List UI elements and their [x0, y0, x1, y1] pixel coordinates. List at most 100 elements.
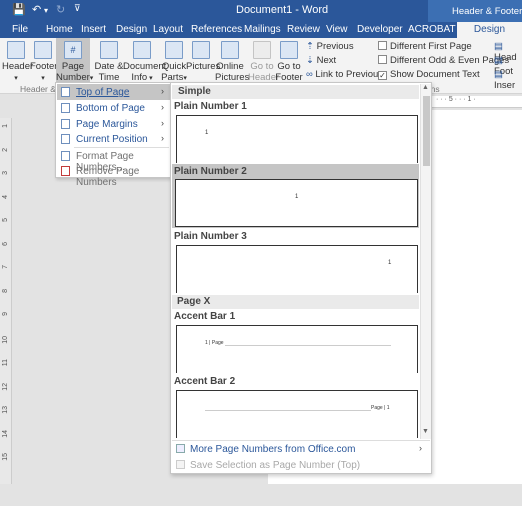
submenu-arrow-icon: ›: [161, 102, 164, 112]
go-to-header-button[interactable]: Go to Header: [248, 38, 279, 83]
office-com-icon: [176, 444, 185, 453]
customize-qat-icon[interactable]: ⊽: [74, 3, 81, 14]
tab-hf-design[interactable]: Design: [457, 22, 522, 38]
go-to-footer-label-1: Go to: [277, 61, 301, 72]
menu-item-bottom-of-page[interactable]: Bottom of Page ›: [57, 100, 170, 116]
gallery-item-plain-number-1[interactable]: Plain Number 1 1: [172, 99, 419, 163]
previous-icon: ⇡: [306, 41, 314, 52]
document-info-button[interactable]: Document Info ▾: [123, 38, 166, 83]
ruler-number: 12: [2, 382, 9, 391]
scroll-up-icon[interactable]: ▲: [422, 84, 429, 91]
ruler-number: 10: [2, 335, 9, 344]
date-time-button[interactable]: Date & Time: [94, 38, 124, 83]
page-number-sample: Page | 1: [371, 405, 390, 411]
alignment-tab-icon: ▤: [494, 69, 503, 80]
menu-item-label: Bottom of Page: [76, 103, 145, 114]
gallery-thumbnail: 1: [176, 245, 418, 293]
link-to-previous-button[interactable]: ∞ Link to Previous: [306, 69, 383, 80]
vertical-ruler: 1 2 3 4 5 6 7 8 9 10 11 12 13 14 15: [0, 118, 12, 484]
gallery-item-plain-number-2[interactable]: Plain Number 2 1: [172, 164, 419, 228]
different-first-page-label: Different First Page: [390, 41, 472, 52]
page-top-icon: [61, 87, 70, 97]
more-page-numbers-button[interactable]: More Page Numbers from Office.com ›: [172, 441, 430, 457]
save-selection-button[interactable]: Save Selection as Page Number (Top): [172, 457, 430, 473]
scrollbar-thumb[interactable]: [423, 96, 430, 166]
footer-icon: [34, 41, 52, 59]
online-pictures-icon: [221, 41, 239, 59]
gallery-item-accent-bar-2[interactable]: Accent Bar 2 Page | 1: [172, 374, 419, 438]
tab-developer[interactable]: Developer: [357, 24, 403, 35]
tab-layout[interactable]: Layout: [153, 24, 183, 35]
gallery-section-simple: Simple: [172, 85, 419, 99]
header-position-icon: ▤: [494, 41, 503, 52]
show-document-text-checkbox[interactable]: ✓ Show Document Text: [378, 69, 480, 80]
tab-view[interactable]: View: [326, 24, 348, 35]
tab-design[interactable]: Design: [116, 24, 147, 35]
page-number-menu: Top of Page › Bottom of Page › Page Margin…: [55, 82, 171, 188]
header-icon: [7, 41, 25, 59]
previous-button[interactable]: ⇡ Previous: [306, 41, 354, 52]
ribbon-tabs: File Home Insert Design Layout Reference…: [0, 22, 522, 38]
gallery-scrollbar[interactable]: ▲ ▼: [420, 84, 431, 439]
online-pictures-button[interactable]: Online Pictures: [215, 38, 249, 83]
gallery-item-label: Plain Number 1: [174, 101, 247, 112]
submenu-arrow-icon: ›: [419, 443, 422, 453]
menu-item-remove-page-numbers[interactable]: Remove Page Numbers: [57, 163, 170, 188]
menu-item-label: Current Position: [76, 134, 148, 145]
menu-item-format-page-numbers[interactable]: Format Page Numbers...: [57, 148, 170, 173]
different-first-page-checkbox[interactable]: Different First Page: [378, 41, 472, 52]
menu-item-label: Page Margins: [76, 119, 138, 130]
gallery-item-plain-number-3[interactable]: Plain Number 3 1: [172, 229, 419, 293]
next-button[interactable]: ⇣ Next: [306, 55, 336, 66]
format-page-numbers-icon: [61, 151, 70, 161]
ruler-number: 9: [2, 312, 9, 316]
undo-icon[interactable]: ↶: [32, 3, 41, 16]
header-button[interactable]: Header ▾: [2, 38, 33, 82]
top-of-page-gallery: Simple Plain Number 1 1 Plain Number 2 1…: [170, 82, 432, 474]
tab-home[interactable]: Home: [46, 24, 73, 35]
tab-references[interactable]: References: [191, 24, 242, 35]
ruler-number: 8: [2, 288, 9, 293]
calendar-icon: [100, 41, 118, 59]
tab-acrobat[interactable]: ACROBAT: [408, 24, 456, 35]
different-odd-even-label: Different Odd & Even Pages: [390, 55, 510, 66]
checkbox-unchecked-icon: [378, 41, 387, 50]
menu-item-current-position[interactable]: Current Position ›: [57, 131, 170, 147]
pictures-icon: [192, 41, 210, 59]
ruler-number: 1: [2, 124, 9, 128]
next-icon: ⇣: [306, 55, 314, 66]
ruler-number: 5: [2, 218, 9, 222]
tab-review[interactable]: Review: [287, 24, 320, 35]
submenu-arrow-icon: ›: [161, 118, 164, 128]
page-number-label-1: Page: [61, 61, 85, 72]
redo-icon[interactable]: ↻: [56, 3, 65, 16]
menu-item-page-margins[interactable]: Page Margins ›: [57, 116, 170, 132]
insert-alignment-tab-button[interactable]: ▤ Inser: [494, 69, 522, 91]
go-to-footer-button[interactable]: Go to Footer: [275, 38, 303, 83]
different-odd-even-checkbox[interactable]: Different Odd & Even Pages: [378, 55, 509, 66]
footer-button[interactable]: Footer ▾: [30, 38, 57, 82]
save-icon[interactable]: 💾: [12, 3, 26, 16]
checkbox-checked-icon: ✓: [378, 71, 387, 80]
header-footer-tools-label: Header & Footer Tools: [428, 0, 522, 22]
gallery-item-label: Plain Number 3: [174, 231, 247, 242]
window-title: Document1 - Word: [236, 4, 329, 16]
tab-mailings[interactable]: Mailings: [244, 24, 281, 35]
menu-item-top-of-page[interactable]: Top of Page ›: [57, 84, 170, 100]
page-number-icon: #: [64, 41, 82, 59]
scroll-down-icon[interactable]: ▼: [422, 428, 429, 435]
gallery-thumbnail: 1 | Page: [176, 325, 418, 373]
tab-file[interactable]: File: [12, 24, 28, 35]
next-label: Next: [316, 55, 337, 66]
gallery-thumbnail: Page | 1: [176, 390, 418, 438]
page-number-sample: 1: [205, 130, 209, 136]
gallery-item-accent-bar-1[interactable]: Accent Bar 1 1 | Page: [172, 309, 419, 373]
page-number-sample: 1: [388, 260, 392, 266]
tab-insert[interactable]: Insert: [81, 24, 106, 35]
quick-parts-button[interactable]: Quick Parts▾: [161, 38, 187, 83]
page-number-button[interactable]: # Page Number▾: [56, 38, 93, 83]
gallery-thumbnail: 1: [175, 179, 418, 227]
pictures-button[interactable]: Pictures: [186, 38, 220, 82]
undo-dropdown-icon[interactable]: ▾: [44, 6, 48, 15]
page-margins-icon: [61, 119, 70, 129]
